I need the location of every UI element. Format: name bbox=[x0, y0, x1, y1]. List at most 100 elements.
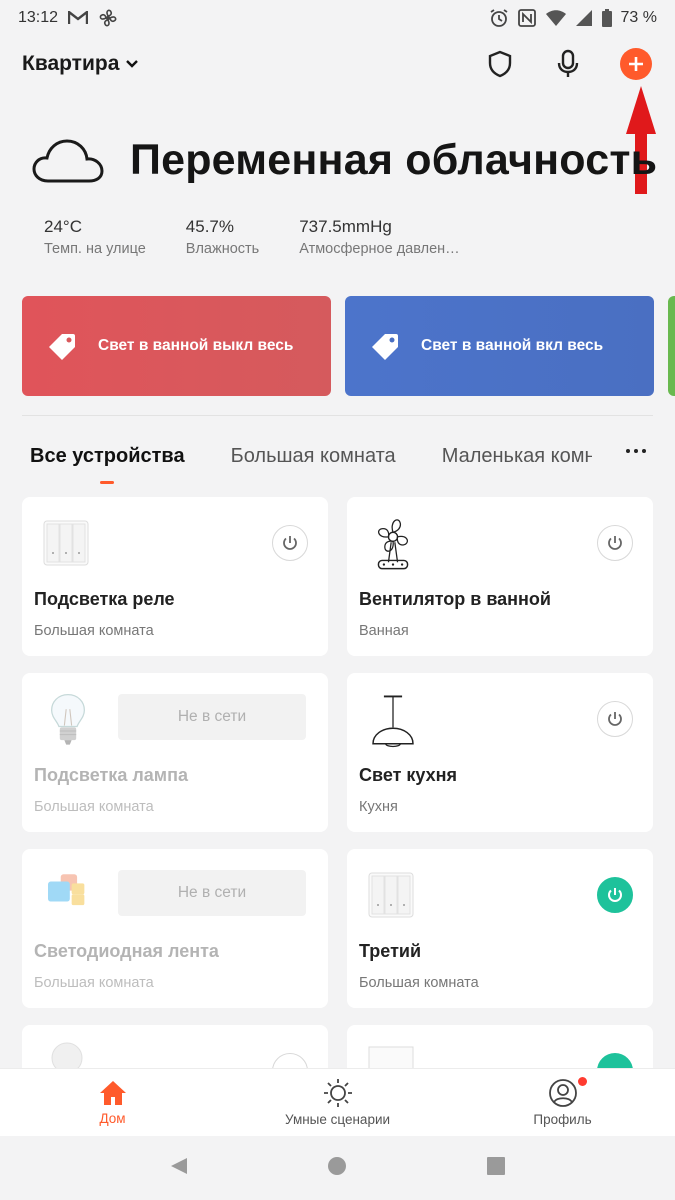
metric-label: Темп. на улице bbox=[44, 241, 146, 257]
power-button[interactable] bbox=[272, 525, 308, 561]
device-card[interactable]: Третий Большая комната bbox=[347, 849, 653, 1008]
metric-pressure: 737.5mmHg Атмосферное давлен… bbox=[299, 217, 459, 257]
metric-value: 737.5mmHg bbox=[299, 217, 392, 236]
wifi-icon bbox=[545, 10, 566, 26]
sun-icon bbox=[323, 1079, 352, 1107]
notification-dot bbox=[578, 1077, 587, 1086]
power-icon bbox=[608, 536, 622, 550]
weather-metrics: 24°C Темп. на улице 45.7% Влажность 737.… bbox=[44, 217, 500, 257]
device-room: Ванная bbox=[359, 623, 409, 639]
metric-label: Атмосферное давлен… bbox=[299, 241, 460, 257]
scene-shortcuts: Свет в ванной выкл весь Свет в ванной вк… bbox=[22, 296, 675, 396]
offline-badge: Не в сети bbox=[118, 694, 306, 740]
led-strip-icon bbox=[48, 874, 85, 906]
scene-label: Свет в ванной вкл весь bbox=[421, 337, 604, 354]
metric-value: 24°C bbox=[44, 217, 82, 236]
nav-label: Умные сценарии bbox=[284, 1112, 391, 1127]
scene-card-partial[interactable] bbox=[668, 296, 675, 396]
nfc-icon bbox=[517, 9, 536, 27]
system-navigation bbox=[0, 1136, 675, 1200]
device-room: Кухня bbox=[359, 799, 398, 815]
bottom-navigation: Дом Умные сценарии Профиль bbox=[0, 1068, 675, 1136]
power-button[interactable] bbox=[597, 877, 633, 913]
relay-switch-icon bbox=[368, 872, 414, 918]
device-card[interactable]: Не в сети Подсветка лампа Большая комнат… bbox=[22, 673, 328, 832]
add-icon bbox=[620, 48, 652, 80]
device-name: Подсветка реле bbox=[34, 589, 175, 609]
power-icon bbox=[608, 712, 622, 726]
nav-label: Дом bbox=[99, 1111, 126, 1126]
security-button[interactable] bbox=[483, 47, 517, 81]
power-button[interactable] bbox=[597, 525, 633, 561]
scene-label: Свет в ванной выкл весь bbox=[98, 337, 294, 354]
status-time: 13:12 bbox=[18, 9, 59, 26]
gmail-m-icon bbox=[68, 11, 89, 24]
home-system-button[interactable] bbox=[327, 1156, 347, 1181]
room-tabs: Все устройства Большая комната Маленькая… bbox=[30, 436, 660, 484]
device-name: Светодиодная лента bbox=[34, 941, 219, 961]
microphone-icon bbox=[557, 49, 579, 77]
tag-icon bbox=[372, 334, 398, 360]
weather-panel: Переменная облачность bbox=[30, 135, 657, 185]
tab-big-room[interactable]: Большая комната bbox=[231, 445, 396, 468]
profile-icon bbox=[548, 1079, 577, 1107]
nav-label: Профиль bbox=[533, 1112, 592, 1127]
home-selector[interactable]: Квартира bbox=[22, 52, 139, 76]
nav-smart-scenes[interactable]: Умные сценарии bbox=[225, 1069, 450, 1136]
relay-switch-icon bbox=[43, 520, 89, 566]
device-room: Большая комната bbox=[34, 975, 154, 991]
device-room: Большая комната bbox=[34, 623, 154, 639]
tab-small-room[interactable]: Маленькая комн bbox=[442, 445, 592, 468]
battery-icon bbox=[601, 9, 612, 27]
square-icon bbox=[486, 1156, 505, 1175]
device-name: Третий bbox=[359, 941, 422, 961]
power-button[interactable] bbox=[597, 701, 633, 737]
add-device-button[interactable] bbox=[619, 47, 653, 81]
signal-icon bbox=[575, 10, 592, 26]
bulb-icon bbox=[50, 693, 86, 745]
tab-all-devices[interactable]: Все устройства bbox=[30, 445, 185, 484]
weather-condition: Переменная облачность bbox=[130, 135, 658, 184]
voice-button[interactable] bbox=[551, 47, 585, 81]
device-card[interactable]: Вентилятор в ванной Ванная bbox=[347, 497, 653, 656]
scene-card-bath-on[interactable]: Свет в ванной вкл весь bbox=[345, 296, 654, 396]
power-icon bbox=[283, 536, 297, 550]
device-room: Большая комната bbox=[359, 975, 479, 991]
status-bar: 13:12 73 % bbox=[0, 0, 675, 36]
divider bbox=[22, 415, 653, 416]
metric-value: 45.7% bbox=[185, 217, 234, 236]
device-card[interactable]: Подсветка реле Большая комната bbox=[22, 497, 328, 656]
metric-label: Влажность bbox=[185, 241, 260, 257]
home-name: Квартира bbox=[22, 52, 120, 75]
sensor-icon bbox=[51, 1042, 83, 1071]
power-icon bbox=[608, 888, 622, 902]
home-icon bbox=[99, 1081, 126, 1105]
nav-profile[interactable]: Профиль bbox=[450, 1069, 675, 1136]
offline-badge: Не в сети bbox=[118, 870, 306, 916]
back-button[interactable] bbox=[169, 1156, 189, 1181]
nav-home[interactable]: Дом bbox=[0, 1069, 225, 1136]
recents-button[interactable] bbox=[486, 1156, 506, 1181]
device-card[interactable]: Свет кухня Кухня bbox=[347, 673, 653, 832]
device-name: Свет кухня bbox=[359, 765, 458, 785]
chevron-down-icon bbox=[126, 60, 139, 68]
back-icon bbox=[171, 1157, 188, 1174]
more-tabs-button[interactable] bbox=[626, 449, 646, 453]
tag-icon bbox=[49, 334, 75, 360]
cloud-icon bbox=[32, 139, 104, 183]
device-name: Вентилятор в ванной bbox=[359, 589, 551, 609]
battery-level: 73 % bbox=[620, 9, 657, 26]
device-card[interactable]: Не в сети Светодиодная лента Большая ком… bbox=[22, 849, 328, 1008]
alarm-icon bbox=[490, 9, 508, 27]
pendant-lamp-icon bbox=[372, 695, 414, 748]
fan-icon bbox=[99, 9, 117, 27]
scene-card-bath-off[interactable]: Свет в ванной выкл весь bbox=[22, 296, 331, 396]
device-room: Большая комната bbox=[34, 799, 154, 815]
metric-temperature: 24°C Темп. на улице bbox=[44, 217, 146, 257]
app-header: Квартира bbox=[0, 40, 675, 88]
circle-icon bbox=[328, 1156, 347, 1175]
device-name: Подсветка лампа bbox=[34, 765, 188, 785]
fan-sketch-icon bbox=[377, 519, 409, 570]
shield-icon bbox=[488, 50, 512, 78]
metric-humidity: 45.7% Влажность bbox=[186, 217, 259, 257]
